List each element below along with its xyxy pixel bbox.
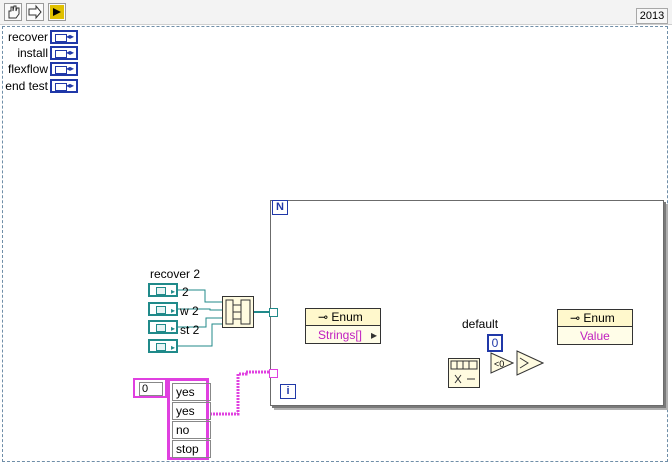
cluster-item-label: st 2 <box>180 323 200 337</box>
string-array-constant[interactable]: yes yes no stop <box>167 378 211 460</box>
control-label-install: install <box>17 46 48 60</box>
key-icon: ⊸ <box>570 311 584 325</box>
node-title: Enum <box>331 310 363 324</box>
loop-count-terminal[interactable]: N <box>272 200 288 215</box>
control-label-recover: recover <box>7 30 48 44</box>
numeric-constant[interactable]: 0 <box>487 334 503 352</box>
enum-control-end-test[interactable]: ◂▸ <box>50 79 78 93</box>
ring-constant[interactable]: ▸ <box>148 339 178 353</box>
less-than-zero-node[interactable]: <0 <box>490 352 515 377</box>
cluster-item-label: w 2 <box>180 304 199 318</box>
array-index[interactable]: 0 <box>133 378 167 398</box>
tunnel <box>269 369 278 378</box>
array-element[interactable]: yes <box>172 383 211 401</box>
ring-constant[interactable]: ▸ <box>148 320 178 334</box>
enum-control-install[interactable]: ◂▸ <box>50 46 78 60</box>
enum-property-node-value[interactable]: ⊸ Enum Value <box>557 309 633 345</box>
array-index-value[interactable]: 0 <box>139 382 163 396</box>
node-output-label: Strings[] <box>318 328 363 342</box>
loop-iteration-terminal: i <box>280 384 296 399</box>
svg-text:<0: <0 <box>494 359 504 369</box>
cluster-label: recover 2 <box>150 267 201 281</box>
array-element[interactable]: yes <box>172 402 211 420</box>
search-array-node[interactable] <box>448 358 480 388</box>
enum-control-recover[interactable]: ◂▸ <box>50 30 78 44</box>
array-element[interactable]: stop <box>172 440 211 458</box>
cluster-item-label: 2 <box>182 285 189 299</box>
bundle-node[interactable] <box>222 296 254 328</box>
enum-control-flexflow[interactable]: ◂▸ <box>50 62 78 76</box>
key-icon: ⊸ <box>318 310 332 324</box>
control-label-end-test: end test <box>5 79 48 93</box>
enum-property-node-strings[interactable]: ⊸ Enum Strings[] ▸ <box>305 308 381 344</box>
ring-constant[interactable]: ▸ <box>148 302 178 316</box>
default-label: default <box>462 317 499 331</box>
tunnel <box>269 308 278 317</box>
node-title: Enum <box>583 311 615 325</box>
array-element[interactable]: no <box>172 421 211 439</box>
control-label-flexflow: flexflow <box>7 62 48 76</box>
ring-constant[interactable]: ▸ <box>148 283 178 297</box>
select-node[interactable] <box>516 350 545 379</box>
node-output-label: Value <box>580 329 610 343</box>
